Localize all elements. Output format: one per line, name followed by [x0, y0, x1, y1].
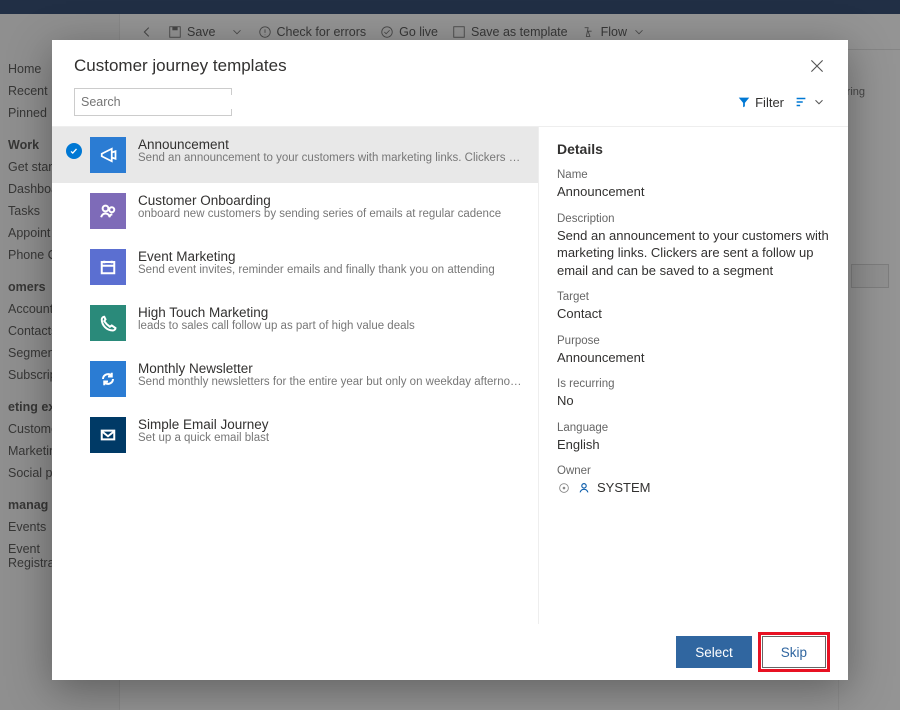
search-input[interactable]	[81, 95, 242, 109]
filter-button[interactable]: Filter	[737, 95, 784, 110]
select-button[interactable]: Select	[676, 636, 752, 668]
sort-icon	[794, 95, 808, 109]
template-icon	[90, 417, 126, 453]
field-target-label: Target	[557, 291, 830, 303]
template-title: High Touch Marketing	[138, 305, 524, 320]
selected-check-icon	[66, 143, 82, 159]
field-name-value: Announcement	[557, 183, 830, 201]
template-desc: Set up a quick email blast	[138, 432, 524, 444]
field-owner-label: Owner	[557, 465, 830, 477]
select-button-label: Select	[695, 645, 733, 660]
field-purpose-value: Announcement	[557, 349, 830, 367]
field-target-value: Contact	[557, 305, 830, 323]
template-desc: leads to sales call follow up as part of…	[138, 320, 524, 332]
filter-icon	[737, 95, 751, 109]
template-list: AnnouncementSend an announcement to your…	[52, 127, 538, 624]
template-icon	[90, 361, 126, 397]
template-title: Monthly Newsletter	[138, 361, 524, 376]
skip-button[interactable]: Skip	[762, 636, 826, 668]
skip-button-label: Skip	[781, 645, 807, 660]
field-language-value: English	[557, 436, 830, 454]
template-icon	[90, 249, 126, 285]
field-language-label: Language	[557, 422, 830, 434]
template-row[interactable]: Event MarketingSend event invites, remin…	[52, 239, 538, 295]
details-heading: Details	[557, 141, 830, 157]
template-picker-modal: Customer journey templates Filter Announ…	[52, 40, 848, 680]
template-icon	[90, 305, 126, 341]
template-icon	[90, 137, 126, 173]
template-row[interactable]: Monthly NewsletterSend monthly newslette…	[52, 351, 538, 407]
field-description-label: Description	[557, 213, 830, 225]
template-icon	[90, 193, 126, 229]
template-title: Simple Email Journey	[138, 417, 524, 432]
field-description-value: Send an announcement to your customers w…	[557, 227, 830, 280]
filter-label: Filter	[755, 95, 784, 110]
target-icon	[557, 481, 571, 495]
chevron-down-icon	[812, 95, 826, 109]
template-row[interactable]: Customer Onboardingonboard new customers…	[52, 183, 538, 239]
field-purpose-label: Purpose	[557, 335, 830, 347]
template-row[interactable]: AnnouncementSend an announcement to your…	[52, 127, 538, 183]
close-button[interactable]	[808, 57, 826, 75]
template-desc: Send event invites, reminder emails and …	[138, 264, 524, 276]
search-box[interactable]	[74, 88, 232, 116]
close-icon	[808, 57, 826, 75]
template-row[interactable]: Simple Email JourneySet up a quick email…	[52, 407, 538, 463]
field-owner-value[interactable]: SYSTEM	[557, 479, 830, 497]
field-name-label: Name	[557, 169, 830, 181]
template-desc: Send an announcement to your customers w…	[138, 152, 524, 164]
modal-title: Customer journey templates	[74, 56, 287, 76]
person-icon	[577, 481, 591, 495]
sort-button[interactable]	[794, 95, 826, 109]
owner-name: SYSTEM	[597, 479, 650, 497]
field-recurring-value: No	[557, 392, 830, 410]
template-row[interactable]: High Touch Marketingleads to sales call …	[52, 295, 538, 351]
template-title: Announcement	[138, 137, 524, 152]
template-title: Customer Onboarding	[138, 193, 524, 208]
template-desc: Send monthly newsletters for the entire …	[138, 376, 524, 388]
template-title: Event Marketing	[138, 249, 524, 264]
details-panel: Details Name Announcement Description Send…	[538, 127, 848, 624]
template-desc: onboard new customers by sending series …	[138, 208, 524, 220]
field-recurring-label: Is recurring	[557, 378, 830, 390]
